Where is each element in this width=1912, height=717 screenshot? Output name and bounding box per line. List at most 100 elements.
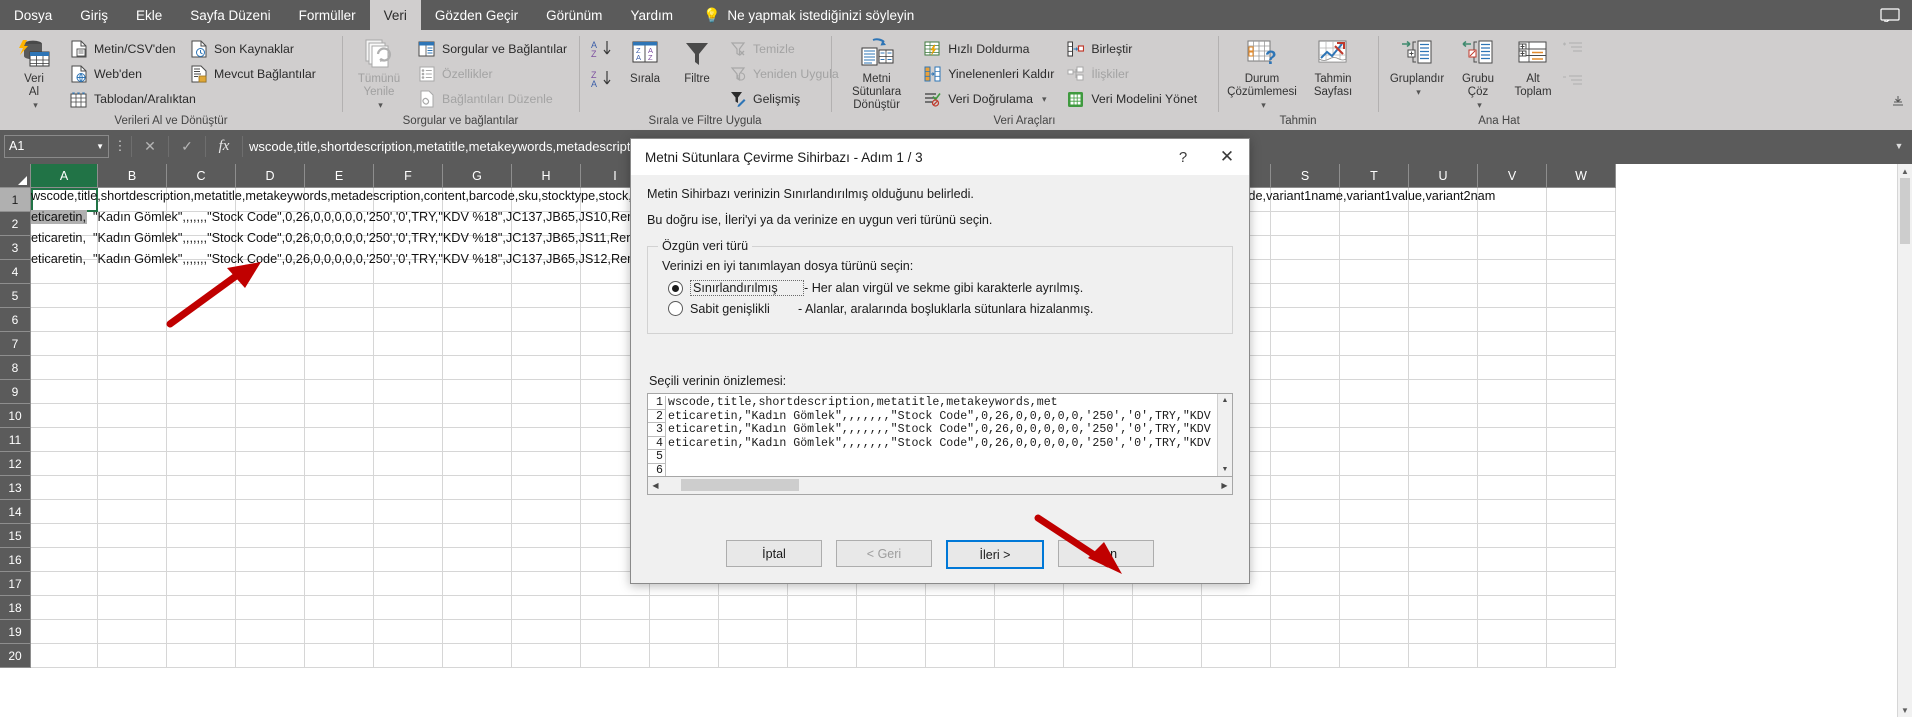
cell-h6[interactable] (511, 307, 581, 332)
tell-me-box[interactable]: 💡 Ne yapmak istediğinizi söyleyin (687, 0, 914, 30)
confirm-icon[interactable]: ✓ (168, 135, 205, 157)
properties-button[interactable]: Özellikler (412, 62, 562, 86)
cell-v16[interactable] (1477, 547, 1547, 572)
cell-a3[interactable] (30, 235, 98, 260)
scroll-down-button[interactable]: ▼ (1898, 703, 1912, 717)
column-header-b[interactable]: B (97, 164, 167, 188)
cell-u9[interactable] (1408, 379, 1478, 404)
column-header-v[interactable]: V (1477, 164, 1547, 188)
cell-h20[interactable] (511, 643, 581, 668)
cell-v7[interactable] (1477, 331, 1547, 356)
chevron-down-icon[interactable]: ▾ (1042, 94, 1047, 105)
chevron-down-icon[interactable]: ▾ (378, 99, 383, 112)
cell-u11[interactable] (1408, 427, 1478, 452)
cell-t7[interactable] (1339, 331, 1409, 356)
data-validation-button[interactable]: Veri Doğrulama ▾ (918, 87, 1059, 111)
cell-d13[interactable] (235, 475, 305, 500)
cell-a20[interactable] (30, 643, 98, 668)
queries-connections-button[interactable]: Sorgular ve Bağlantılar (412, 37, 567, 61)
cell-s2[interactable] (1270, 211, 1340, 236)
cell-g3[interactable] (442, 235, 512, 260)
from-table-range-button[interactable]: Tablodan/Aralıktan (64, 87, 196, 111)
cell-h11[interactable] (511, 427, 581, 452)
cell-s7[interactable] (1270, 331, 1340, 356)
cell-w17[interactable] (1546, 571, 1616, 596)
cell-s8[interactable] (1270, 355, 1340, 380)
cell-f16[interactable] (373, 547, 443, 572)
cell-h9[interactable] (511, 379, 581, 404)
row-header-15[interactable]: 15 (0, 523, 31, 548)
cell-g1[interactable] (442, 187, 512, 212)
cell-s12[interactable] (1270, 451, 1340, 476)
cell-h18[interactable] (511, 595, 581, 620)
cell-v13[interactable] (1477, 475, 1547, 500)
row-header-13[interactable]: 13 (0, 475, 31, 500)
tab-dosya[interactable]: Dosya (0, 0, 66, 30)
cell-c14[interactable] (166, 499, 236, 524)
cell-a9[interactable] (30, 379, 98, 404)
cell-t13[interactable] (1339, 475, 1409, 500)
cell-c19[interactable] (166, 619, 236, 644)
cell-h19[interactable] (511, 619, 581, 644)
cell-d9[interactable] (235, 379, 305, 404)
cell-e4[interactable] (304, 259, 374, 284)
cell-g5[interactable] (442, 283, 512, 308)
cell-b13[interactable] (97, 475, 167, 500)
cell-v3[interactable] (1477, 235, 1547, 260)
cell-v1[interactable] (1477, 187, 1547, 212)
cell-b17[interactable] (97, 571, 167, 596)
row-header-6[interactable]: 6 (0, 307, 31, 332)
cell-c9[interactable] (166, 379, 236, 404)
cell-e19[interactable] (304, 619, 374, 644)
cell-t1[interactable] (1339, 187, 1409, 212)
cell-d16[interactable] (235, 547, 305, 572)
cell-g20[interactable] (442, 643, 512, 668)
cell-s18[interactable] (1270, 595, 1340, 620)
cell-t10[interactable] (1339, 403, 1409, 428)
cell-w14[interactable] (1546, 499, 1616, 524)
cell-a16[interactable] (30, 547, 98, 572)
cell-f3[interactable] (373, 235, 443, 260)
cell-a10[interactable] (30, 403, 98, 428)
cell-h13[interactable] (511, 475, 581, 500)
column-header-w[interactable]: W (1546, 164, 1616, 188)
cell-w4[interactable] (1546, 259, 1616, 284)
column-header-s[interactable]: S (1270, 164, 1340, 188)
cell-l20[interactable] (787, 643, 857, 668)
cell-f13[interactable] (373, 475, 443, 500)
back-button[interactable]: < Geri (836, 540, 932, 567)
cell-u20[interactable] (1408, 643, 1478, 668)
cell-f1[interactable] (373, 187, 443, 212)
chevron-down-icon[interactable]: ▾ (1416, 86, 1421, 99)
cell-f12[interactable] (373, 451, 443, 476)
cell-h8[interactable] (511, 355, 581, 380)
get-data-button[interactable]: Veri Al ▾ (6, 35, 62, 112)
radio-delimited-icon[interactable] (668, 280, 683, 296)
cell-w15[interactable] (1546, 523, 1616, 548)
preview-scroll-up-button[interactable]: ▲ (1218, 394, 1232, 407)
cell-s6[interactable] (1270, 307, 1340, 332)
what-if-analysis-button[interactable]: ? Durum Çözümlemesi ▾ (1224, 35, 1300, 112)
cell-e17[interactable] (304, 571, 374, 596)
cell-r18[interactable] (1201, 595, 1271, 620)
cell-s1[interactable] (1270, 187, 1340, 212)
sort-ascending-button[interactable]: AZ (590, 39, 614, 63)
select-all-corner[interactable] (0, 164, 31, 188)
cancel-button[interactable]: İptal (726, 540, 822, 567)
fx-icon[interactable]: fx (205, 135, 242, 157)
cell-d20[interactable] (235, 643, 305, 668)
tab-ekle[interactable]: Ekle (122, 0, 176, 30)
cell-a15[interactable] (30, 523, 98, 548)
cell-u7[interactable] (1408, 331, 1478, 356)
cell-b8[interactable] (97, 355, 167, 380)
cell-c13[interactable] (166, 475, 236, 500)
cell-m18[interactable] (856, 595, 926, 620)
cell-s10[interactable] (1270, 403, 1340, 428)
cell-i18[interactable] (580, 595, 650, 620)
cell-s15[interactable] (1270, 523, 1340, 548)
cell-w10[interactable] (1546, 403, 1616, 428)
cell-v6[interactable] (1477, 307, 1547, 332)
cell-o18[interactable] (994, 595, 1064, 620)
cell-v11[interactable] (1477, 427, 1547, 452)
cell-c12[interactable] (166, 451, 236, 476)
